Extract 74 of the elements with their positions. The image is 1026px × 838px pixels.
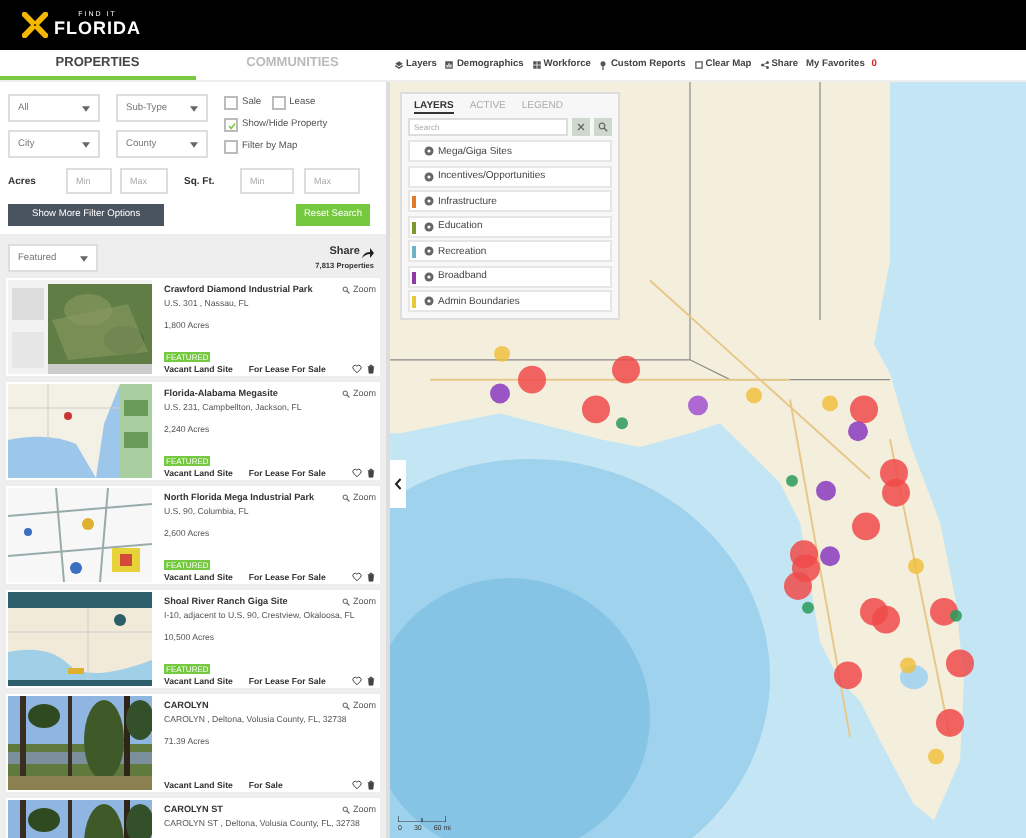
cluster-marker[interactable] xyxy=(518,365,546,394)
collapse-button[interactable] xyxy=(390,460,406,508)
heart-icon[interactable] xyxy=(352,780,362,790)
heart-icon[interactable] xyxy=(352,364,362,374)
trash-icon[interactable] xyxy=(366,572,376,582)
chevron-left-icon xyxy=(394,478,402,490)
cluster-marker[interactable] xyxy=(848,421,868,442)
gear-icon xyxy=(424,296,434,306)
search-icon xyxy=(342,701,351,709)
cluster-marker[interactable] xyxy=(936,709,964,737)
cluster-marker[interactable] xyxy=(928,748,944,765)
cluster-marker[interactable] xyxy=(820,546,840,567)
cluster-marker[interactable] xyxy=(834,661,862,690)
cluster-marker[interactable] xyxy=(950,609,962,622)
cluster-marker[interactable] xyxy=(852,512,880,541)
search-button[interactable] xyxy=(594,118,612,136)
logo-icon xyxy=(22,12,48,38)
cluster-marker[interactable] xyxy=(908,558,924,575)
caret-icon xyxy=(82,105,90,111)
logo-text: FLORIDA xyxy=(54,19,141,38)
cluster-marker[interactable] xyxy=(822,395,838,412)
caret-icon xyxy=(80,255,88,261)
search-icon xyxy=(342,389,351,397)
search-icon xyxy=(342,805,351,813)
clear-button[interactable] xyxy=(572,118,590,136)
close-icon xyxy=(576,122,586,132)
search-icon xyxy=(342,285,351,293)
search-icon xyxy=(342,493,351,501)
gear-icon xyxy=(424,221,434,231)
heart-icon[interactable] xyxy=(352,572,362,582)
layers-icon xyxy=(394,60,404,70)
cluster-marker[interactable] xyxy=(746,387,762,404)
search-icon xyxy=(598,122,608,132)
cluster-marker[interactable] xyxy=(850,395,878,424)
caret-icon xyxy=(82,141,90,147)
trash-icon[interactable] xyxy=(366,780,376,790)
checkbox[interactable] xyxy=(224,96,238,110)
gear-icon xyxy=(424,171,434,181)
heart-icon[interactable] xyxy=(352,468,362,478)
cluster-marker[interactable] xyxy=(802,601,814,614)
chart-icon xyxy=(444,60,455,70)
share-icon xyxy=(759,60,770,70)
cluster-marker[interactable] xyxy=(786,474,798,487)
search-icon xyxy=(342,597,351,605)
grid-icon xyxy=(531,60,542,70)
cluster-marker[interactable] xyxy=(900,657,916,674)
scale-bar xyxy=(398,816,446,822)
square-icon xyxy=(693,60,704,70)
gear-icon xyxy=(424,196,434,206)
cluster-marker[interactable] xyxy=(616,417,628,430)
cluster-marker[interactable] xyxy=(494,345,510,362)
checkbox[interactable] xyxy=(224,140,238,154)
caret-icon xyxy=(190,105,198,111)
cluster-marker[interactable] xyxy=(612,355,640,384)
gear-icon xyxy=(424,146,434,156)
trash-icon[interactable] xyxy=(366,676,376,686)
trash-icon[interactable] xyxy=(366,364,376,374)
gear-icon xyxy=(424,246,434,256)
cluster-marker[interactable] xyxy=(688,395,708,416)
checkbox[interactable] xyxy=(271,96,286,110)
heart-icon[interactable] xyxy=(352,676,362,686)
checkbox[interactable] xyxy=(224,118,238,132)
cluster-marker[interactable] xyxy=(490,383,510,404)
caret-icon xyxy=(190,141,198,147)
cluster-marker[interactable] xyxy=(784,572,812,600)
cluster-marker[interactable] xyxy=(882,478,910,507)
gear-icon xyxy=(424,271,434,281)
cluster-marker[interactable] xyxy=(816,480,836,501)
cluster-marker[interactable] xyxy=(946,649,974,678)
cluster-marker[interactable] xyxy=(872,605,900,634)
share-icon xyxy=(362,247,374,257)
trash-icon[interactable] xyxy=(366,468,376,478)
pin-icon xyxy=(598,60,609,70)
cluster-marker[interactable] xyxy=(582,395,610,424)
